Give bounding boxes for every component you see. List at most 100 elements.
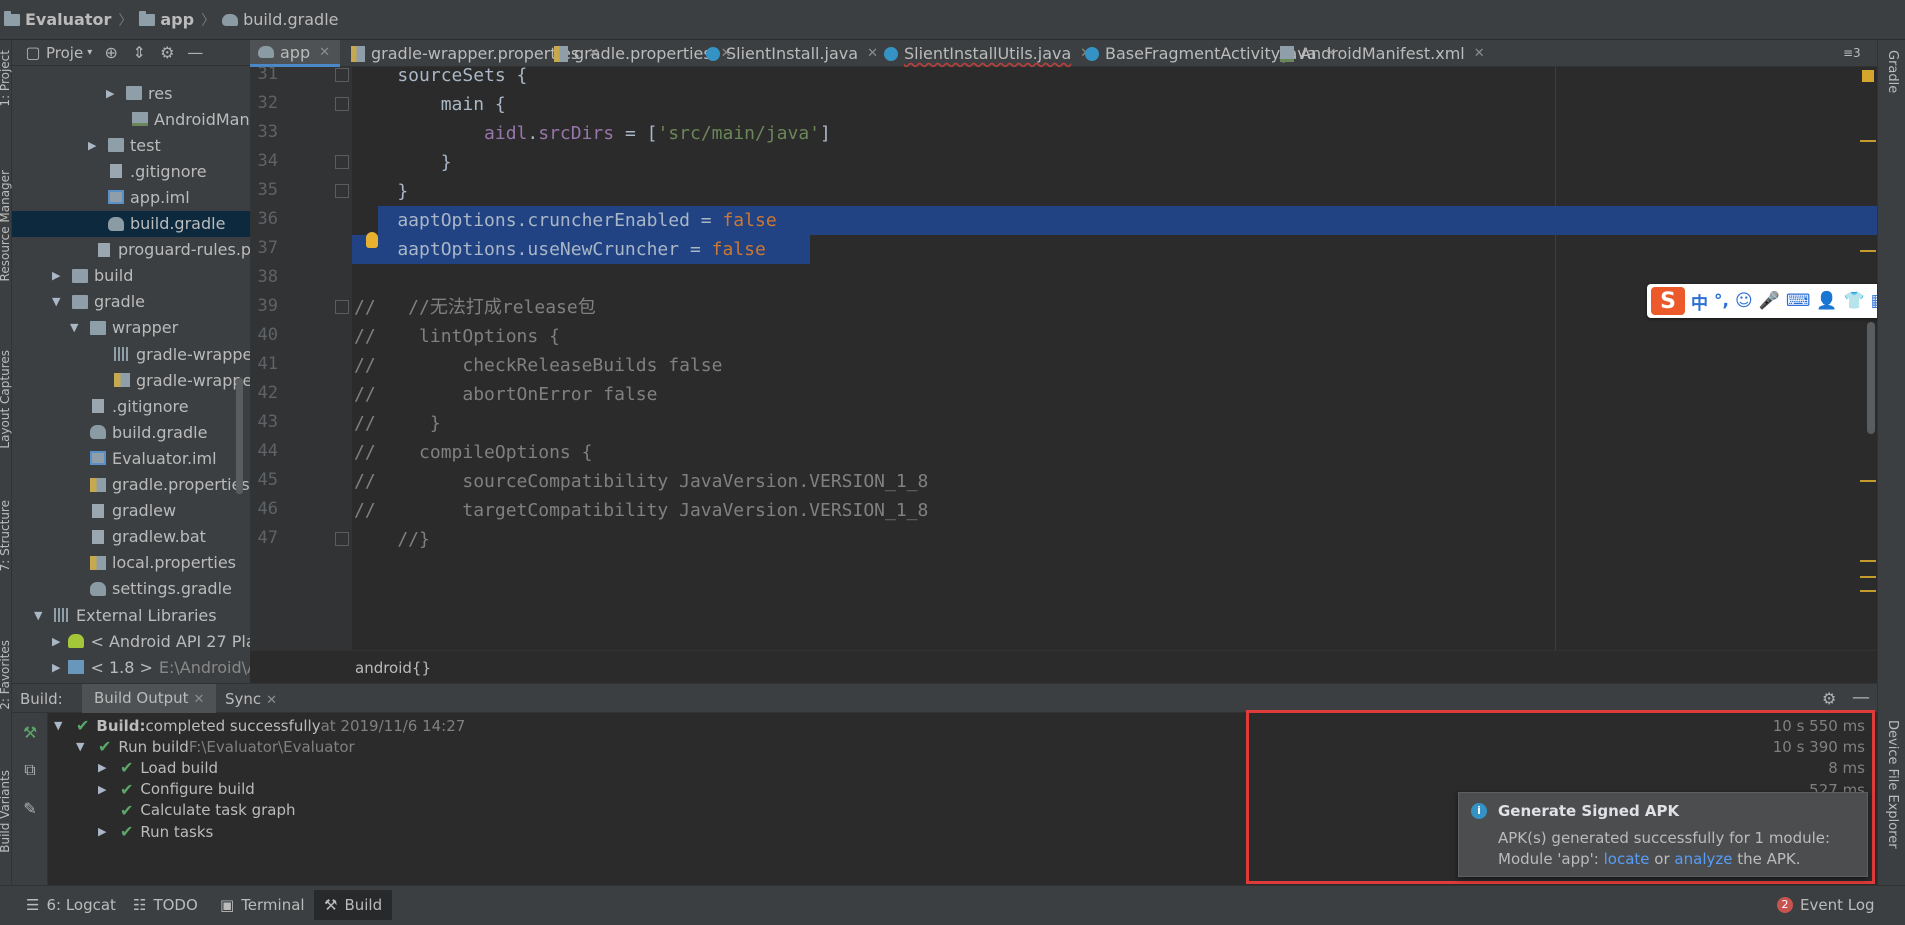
tree-item[interactable]: settings.gradle [12, 576, 250, 602]
build-tree-row[interactable]: ▶ ✔ Configure build [98, 779, 255, 800]
ime-toolbar[interactable]: S 中 °, ☺ 🎤 ⌨ 👤 👕 ▦ [1647, 284, 1902, 318]
ime-user-icon[interactable]: 👤 [1816, 291, 1837, 311]
chevron-down-icon[interactable]: ▼ [70, 321, 82, 334]
ime-mode-toggle[interactable]: 中 [1691, 289, 1708, 314]
build-tree-row[interactable]: ▼ ✔ Run build F:\Evaluator\Evaluator [76, 736, 355, 757]
chevron-down-icon[interactable]: ▼ [52, 295, 64, 308]
collapse-all-icon[interactable]: ⇕ [130, 43, 148, 62]
scroll-marker[interactable] [1860, 576, 1876, 578]
logcat-tool-button[interactable]: ☰ 6: Logcat [26, 896, 116, 914]
code-line[interactable]: // sourceCompatibility JavaVersion.VERSI… [352, 467, 1877, 496]
code-line[interactable]: aaptOptions.useNewCruncher = false [352, 235, 1877, 264]
lightbulb-icon[interactable] [366, 232, 378, 248]
tree-item[interactable]: ▶ res [12, 80, 250, 106]
tree-item[interactable]: .gitignore [12, 158, 250, 184]
tree-item[interactable]: ▶ < 1.8 >E:\Android\Android Studio\jre [12, 654, 250, 680]
chevron-down-icon[interactable]: ▼ [54, 719, 66, 732]
breadcrumb-project[interactable]: Evaluator [4, 10, 111, 29]
close-icon[interactable]: ✕ [194, 692, 205, 707]
target-icon[interactable]: ⊕ [102, 43, 120, 62]
build-tree-row[interactable]: ▶ ✔ Run tasks [98, 821, 213, 842]
fold-marker-icon[interactable] [335, 532, 349, 546]
notification-balloon[interactable]: i Generate Signed APK APK(s) generated s… [1458, 792, 1868, 877]
breadcrumb-module[interactable]: app [139, 10, 194, 29]
code-line[interactable]: } [352, 177, 1877, 206]
build-variants-tool-button[interactable]: Build Variants [0, 770, 12, 853]
gear-icon[interactable]: ⚙ [1822, 689, 1836, 708]
build-tree-row[interactable]: ▼ ✔ Build: completed successfully at 2019/… [54, 715, 465, 736]
fold-marker-icon[interactable] [335, 184, 349, 198]
pin-icon[interactable]: ✎ [21, 799, 39, 818]
code-line[interactable]: // lintOptions { [352, 322, 1877, 351]
close-icon[interactable]: ✕ [319, 45, 330, 60]
project-tool-button[interactable]: 1: Project [0, 50, 12, 107]
build-tree-row[interactable]: ▶ ✔ Load build [98, 757, 218, 778]
tree-item[interactable]: proguard-rules.pro [12, 237, 250, 263]
tree-item[interactable]: .gitignore [12, 393, 250, 419]
ime-emoji-icon[interactable]: ☺ [1735, 291, 1753, 311]
build-tree-row[interactable]: ✔ Calculate task graph [98, 800, 295, 821]
editor-scrollbar-thumb[interactable] [1867, 322, 1875, 434]
tab-build-output[interactable]: Build Output ✕ [82, 684, 217, 713]
tree-item[interactable]: gradle-wrapper.properties [12, 367, 250, 393]
tree-item[interactable]: ▶ test [12, 132, 250, 158]
code-line[interactable]: // abortOnError false [352, 380, 1877, 409]
todo-tool-button[interactable]: ☷ TODO [133, 896, 198, 914]
editor-context-label[interactable]: android{} [355, 659, 431, 677]
fold-marker-icon[interactable] [335, 300, 349, 314]
ime-punctuation-toggle[interactable]: °, [1714, 291, 1729, 311]
build-tool-button[interactable]: ⚒ Build [314, 890, 393, 920]
gear-icon[interactable]: ⚙ [158, 43, 176, 62]
tab-overflow-button[interactable]: ≡3 [1843, 46, 1861, 60]
layout-captures-tool-button[interactable]: Layout Captures [0, 350, 12, 449]
code-line[interactable]: // compileOptions { [352, 438, 1877, 467]
tree-item[interactable]: gradle.properties [12, 472, 250, 498]
ime-voice-icon[interactable]: 🎤 [1759, 291, 1780, 311]
ime-keyboard-icon[interactable]: ⌨ [1786, 291, 1811, 311]
tree-item[interactable]: gradlew.bat [12, 524, 250, 550]
resource-manager-tool-button[interactable]: Resource Manager [0, 170, 12, 281]
code-line[interactable]: main { [352, 90, 1877, 119]
code-line[interactable]: // checkReleaseBuilds false [352, 351, 1877, 380]
ime-skin-icon[interactable]: 👕 [1844, 291, 1865, 311]
chevron-right-icon[interactable]: ▶ [98, 761, 110, 774]
gradle-tool-button[interactable]: Gradle [1885, 50, 1900, 93]
sogou-logo-icon[interactable]: S [1651, 287, 1685, 315]
tree-item[interactable]: ▶ < Android API 27 Platform > [12, 628, 250, 654]
code-line[interactable]: aaptOptions.cruncherEnabled = false [352, 206, 1877, 235]
chevron-down-icon[interactable]: ▼ [76, 740, 88, 753]
breadcrumb-file[interactable]: build.gradle [222, 10, 338, 29]
chevron-right-icon[interactable]: ▶ [106, 87, 118, 100]
scroll-marker[interactable] [1860, 590, 1876, 592]
code-line[interactable]: aidl.srcDirs = ['src/main/java'] [352, 119, 1877, 148]
fold-marker-icon[interactable] [335, 97, 349, 111]
chevron-right-icon[interactable]: ▶ [52, 269, 64, 282]
scroll-marker[interactable] [1860, 560, 1876, 562]
code-line[interactable]: //} [352, 525, 1877, 554]
tree-item[interactable]: build.gradle [12, 419, 250, 445]
structure-tool-button[interactable]: 7: Structure [0, 500, 12, 571]
chevron-right-icon[interactable]: ▶ [88, 139, 100, 152]
tree-item[interactable]: local.properties [12, 550, 250, 576]
tree-item[interactable]: ▼ wrapper [12, 315, 250, 341]
device-file-explorer-tool-button[interactable]: Device File Explorer [1885, 720, 1900, 849]
scroll-marker[interactable] [1860, 140, 1876, 142]
minimize-icon[interactable]: — [186, 43, 204, 62]
tree-item[interactable]: gradlew [12, 498, 250, 524]
chevron-right-icon[interactable]: ▶ [52, 661, 60, 674]
tree-item[interactable]: ▼ External Libraries [12, 602, 250, 628]
chevron-right-icon[interactable]: ▶ [98, 783, 110, 796]
tree-item[interactable]: app.iml [12, 184, 250, 210]
tab-sync[interactable]: Sync ✕ [225, 690, 277, 708]
minimize-icon[interactable]: — [1852, 687, 1870, 708]
warning-indicator-icon[interactable] [1862, 70, 1874, 82]
favorites-tool-button[interactable]: 2: Favorites [0, 640, 12, 710]
fold-marker-icon[interactable] [335, 68, 349, 82]
event-log-button[interactable]: 2 Event Log [1777, 896, 1875, 914]
scroll-marker[interactable] [1860, 250, 1876, 252]
tree-item[interactable]: build.gradle [12, 210, 250, 237]
tree-item[interactable]: ▼ gradle [12, 289, 250, 315]
analyze-link[interactable]: analyze [1674, 850, 1732, 868]
project-view-selector[interactable]: ▢ Proje ▾ [24, 43, 92, 62]
project-tree-scrollbar[interactable] [236, 378, 243, 494]
